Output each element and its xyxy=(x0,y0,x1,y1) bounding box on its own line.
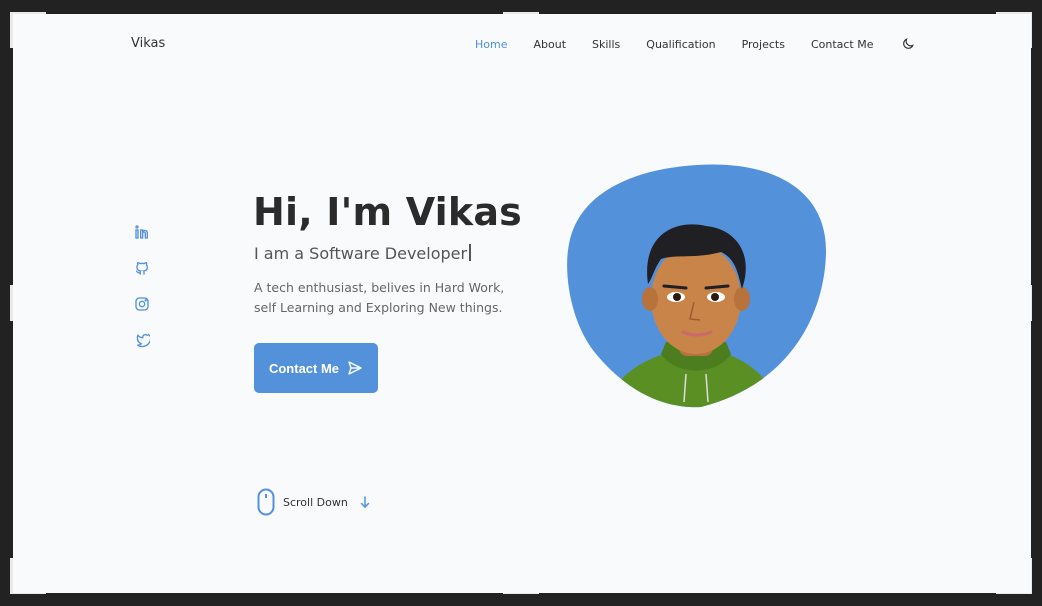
hero-description: A tech enthusiast, belives in Hard Work,… xyxy=(254,280,505,315)
contact-me-button-label: Contact Me xyxy=(268,360,340,376)
instagram-icon[interactable] xyxy=(134,296,150,312)
github-icon[interactable] xyxy=(134,260,150,276)
nav-qualification[interactable]: Qualification xyxy=(646,38,715,51)
nav-contact-me[interactable]: Contact Me xyxy=(811,38,874,51)
contact-me-button[interactable]: Contact Me xyxy=(254,343,378,393)
nav-projects[interactable]: Projects xyxy=(742,38,785,51)
hero-subtitle-text: I am a Software Developer xyxy=(254,244,468,263)
social-links xyxy=(134,224,150,348)
hero-title: Hi, I'm Vikas xyxy=(253,190,522,234)
twitter-icon[interactable] xyxy=(134,332,150,348)
scroll-down-link[interactable]: Scroll Down xyxy=(257,488,370,516)
typing-cursor xyxy=(469,244,472,261)
send-icon xyxy=(348,361,362,375)
hero-subtitle: I am a Software Developer xyxy=(254,244,472,263)
brand-logo[interactable]: Vikas xyxy=(131,36,165,51)
scroll-down-label: Scroll Down xyxy=(283,495,348,509)
nav-home[interactable]: Home xyxy=(475,38,507,51)
moon-icon[interactable] xyxy=(901,37,915,51)
page: Vikas Home About Skills Qualification Pr… xyxy=(13,14,1031,593)
main-nav: Home About Skills Qualification Projects… xyxy=(475,38,900,51)
nav-about[interactable]: About xyxy=(533,38,566,51)
arrow-down-icon xyxy=(360,496,370,508)
nav-skills[interactable]: Skills xyxy=(592,38,620,51)
linkedin-icon[interactable] xyxy=(134,224,150,240)
mouse-icon xyxy=(257,488,275,516)
avatar xyxy=(567,164,827,408)
